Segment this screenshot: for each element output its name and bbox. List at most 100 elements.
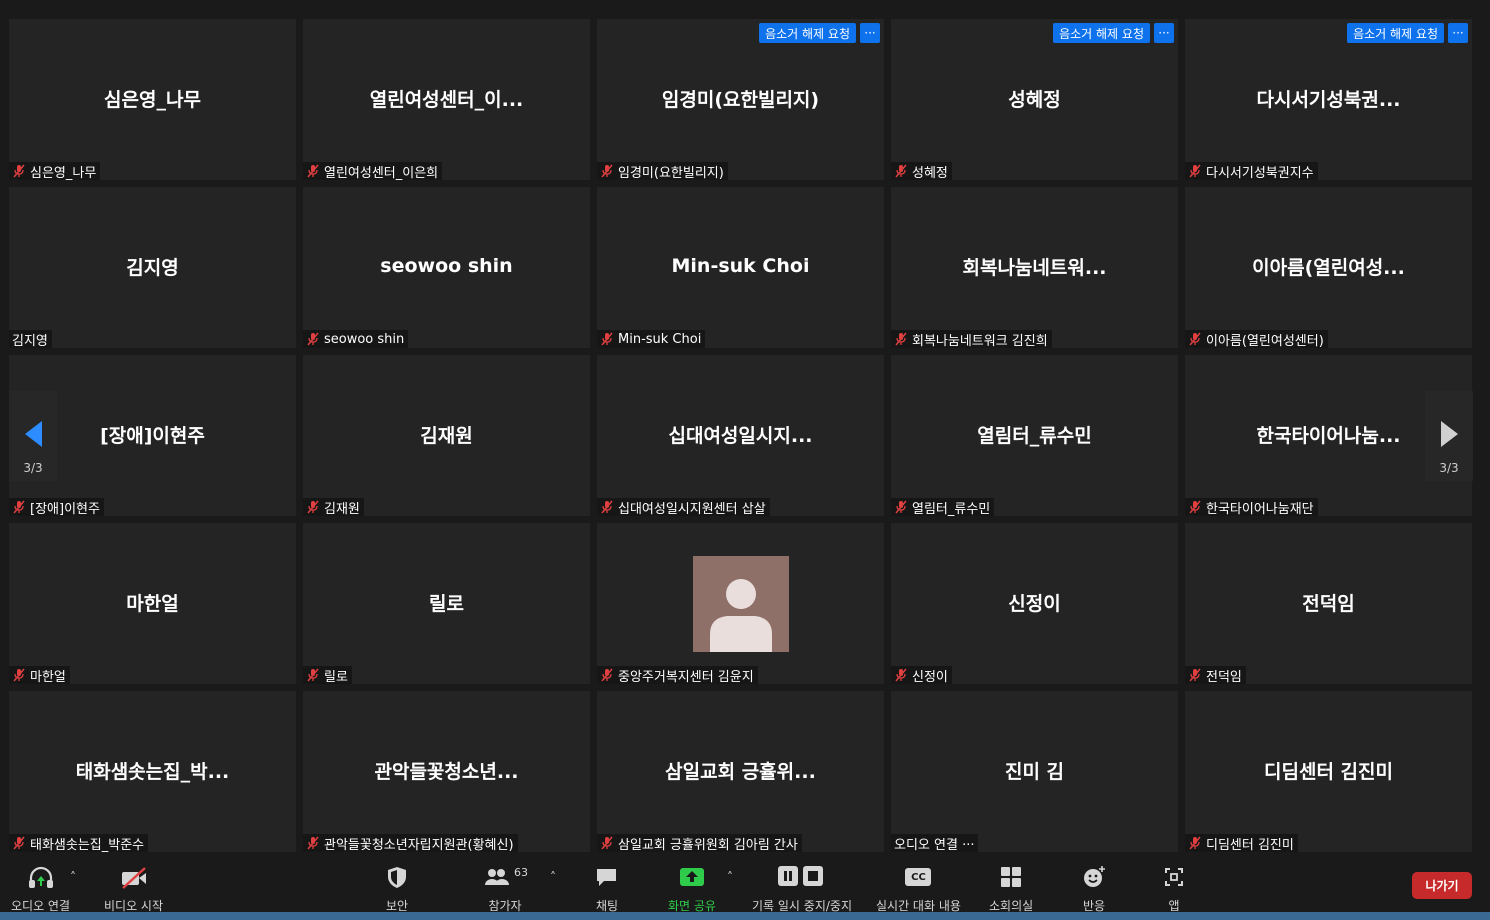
participant-name-label: 김재원: [303, 498, 364, 517]
participant-display-name: 회복나눔네트워...: [962, 256, 1107, 279]
share-screen-button[interactable]: 화면 공유: [668, 864, 716, 914]
participant-tile[interactable]: 릴로 릴로: [303, 523, 590, 685]
prev-page-button[interactable]: 3/3: [9, 391, 57, 481]
smiley-add-icon: [1081, 864, 1107, 890]
participants-button[interactable]: 63 참가자: [482, 864, 528, 914]
chat-button[interactable]: 채팅: [594, 864, 620, 914]
participant-display-name: Min-suk Choi: [671, 255, 810, 277]
ask-to-unmute-button[interactable]: 음소거 해제 요청: [1053, 23, 1150, 43]
participant-tile[interactable]: 김지영 김지영: [9, 187, 296, 349]
participant-tile[interactable]: 성혜정 성혜정 음소거 해제 요청 ···: [891, 19, 1178, 181]
chat-icon: [594, 864, 620, 890]
tile-actions: 음소거 해제 요청 ···: [1347, 23, 1468, 43]
audio-button[interactable]: 오디오 연결: [11, 864, 70, 914]
participant-tile[interactable]: 김재원 김재원: [303, 355, 590, 517]
headphones-icon: [26, 864, 56, 890]
participant-display-name: 이아름(열린여성...: [1252, 256, 1405, 279]
more-options-button[interactable]: ···: [1154, 23, 1174, 43]
participants-options-caret[interactable]: ˄: [550, 870, 556, 884]
participant-display-name: 마한얼: [126, 592, 179, 615]
tile-actions: 음소거 해제 요청 ···: [1053, 23, 1174, 43]
reactions-button[interactable]: 반응: [1081, 864, 1107, 914]
mic-muted-icon: [306, 164, 320, 178]
participant-tile[interactable]: 다시서기성북권... 다시서기성북권지수 음소거 해제 요청 ···: [1185, 19, 1472, 181]
page-indicator: 3/3: [23, 461, 43, 475]
participant-tile[interactable]: 임경미(요한빌리지) 임경미(요한빌리지) 음소거 해제 요청 ···: [597, 19, 884, 181]
participant-tile[interactable]: seowoo shin seowoo shin: [303, 187, 590, 348]
participant-label-text: 김지영: [12, 333, 48, 349]
participant-name-label: 다시서기성북권지수: [1185, 162, 1318, 181]
ask-to-unmute-button[interactable]: 음소거 해제 요청: [759, 23, 856, 43]
participant-name-label: Min-suk Choi: [597, 330, 706, 348]
mic-muted-icon: [894, 332, 908, 346]
audio-options-caret[interactable]: ˄: [70, 870, 76, 884]
mic-muted-icon: [1188, 500, 1202, 514]
participant-tile[interactable]: 마한얼 마한얼: [9, 523, 296, 685]
video-gallery: 심은영_나무 심은영_나무 열린여성센터_이... 열린여성센터_이은희 임경미(요한빌…: [0, 0, 1490, 858]
participant-tile[interactable]: 회복나눔네트워... 회복나눔네트워크 김진희: [891, 187, 1178, 349]
participant-label-text: 디딤센터 김진미: [1206, 837, 1294, 853]
arrow-right-icon: [1441, 421, 1458, 447]
shield-icon: [384, 864, 410, 890]
participant-name-label: 회복나눔네트워크 김진희: [891, 330, 1052, 349]
participant-label-text: 회복나눔네트워크 김진희: [912, 333, 1048, 349]
participant-name-label: 열린여성센터_이은희: [303, 162, 443, 181]
participant-tile[interactable]: 열림터_류수민 열림터_류수민: [891, 355, 1178, 517]
mic-muted-icon: [1188, 332, 1202, 346]
participant-name-label: 신정이: [891, 666, 952, 685]
participant-name-label: [장애]이현주: [9, 498, 104, 517]
participant-display-name: 임경미(요한빌리지): [661, 88, 820, 111]
share-options-caret[interactable]: ˄: [727, 870, 733, 884]
apps-button[interactable]: 앱: [1161, 864, 1187, 914]
participant-tile[interactable]: Min-suk Choi Min-suk Choi: [597, 187, 884, 348]
meeting-toolbar: 오디오 연결 ˄ 비디오 시작 보안 63 참가자 ˄ 채팅 화면 공유 ˄ 기…: [0, 858, 1490, 920]
participant-label-text: 태화샘솟는집_박준수: [30, 837, 145, 853]
mic-muted-icon: [306, 836, 320, 850]
participant-tile[interactable]: 중앙주거복지센터 김윤지: [597, 523, 884, 685]
captions-button[interactable]: CC 실시간 대화 내용: [876, 864, 961, 914]
participant-name-label: 중앙주거복지센터 김윤지: [597, 666, 758, 685]
participant-label-text: 릴로: [324, 669, 348, 685]
mic-muted-icon: [1188, 164, 1202, 178]
participant-display-name: 다시서기성북권...: [1256, 88, 1401, 111]
participant-tile[interactable]: 디딤센터 김진미 디딤센터 김진미: [1185, 691, 1472, 853]
taskbar-edge: [0, 912, 1490, 920]
security-button[interactable]: 보안: [384, 864, 410, 914]
participant-label-text: 성혜정: [912, 165, 948, 181]
mic-muted-icon: [600, 164, 614, 178]
participant-tile[interactable]: 삼일교회 긍휼위... 삼일교회 긍휼위원회 김아림 간사: [597, 691, 884, 853]
breakout-rooms-button[interactable]: 소회의실: [989, 864, 1033, 914]
more-options-button[interactable]: ···: [860, 23, 880, 43]
breakout-grid-icon: [998, 864, 1024, 890]
ask-to-unmute-button[interactable]: 음소거 해제 요청: [1347, 23, 1444, 43]
apps-icon: [1161, 864, 1187, 890]
participant-display-name: 신정이: [1008, 592, 1061, 615]
participant-tile[interactable]: 관악들꽃청소년... 관악들꽃청소년자립지원관(황혜신): [303, 691, 590, 853]
mic-muted-icon: [12, 500, 26, 514]
participant-tile[interactable]: 태화샘솟는집_박... 태화샘솟는집_박준수: [9, 691, 296, 853]
participant-display-name: 릴로: [429, 592, 464, 615]
leave-meeting-button[interactable]: 나가기: [1412, 872, 1472, 899]
video-button[interactable]: 비디오 시작: [104, 864, 163, 914]
participant-label-text: 열림터_류수민: [912, 501, 991, 517]
mic-muted-icon: [600, 332, 614, 346]
participant-label-text: 전덕임: [1206, 669, 1242, 685]
participant-label-text: 오디오 연결 ···: [894, 837, 975, 853]
participants-count: 63: [514, 865, 528, 879]
participant-tile[interactable]: 전덕임 전덕임: [1185, 523, 1472, 685]
next-page-button[interactable]: 3/3: [1425, 391, 1473, 481]
participant-name-label: 성혜정: [891, 162, 952, 181]
participant-name-label: 전덕임: [1185, 666, 1246, 685]
participant-tile[interactable]: 십대여성일시지... 십대여성일시지원센터 삽살: [597, 355, 884, 517]
video-off-icon: [119, 864, 149, 890]
participant-tile[interactable]: 심은영_나무 심은영_나무: [9, 19, 296, 181]
participant-tile[interactable]: 이아름(열린여성... 이아름(열린여성센터): [1185, 187, 1472, 349]
participant-tile[interactable]: 신정이 신정이: [891, 523, 1178, 685]
more-options-button[interactable]: ···: [1448, 23, 1468, 43]
record-control-button[interactable]: 기록 일시 중지/중지: [752, 864, 852, 914]
participant-name-label: 열림터_류수민: [891, 498, 995, 517]
participant-tile[interactable]: 진미 김 오디오 연결 ···: [891, 691, 1178, 853]
participant-label-text: 김재원: [324, 501, 360, 517]
participant-label-text: 열린여성센터_이은희: [324, 165, 439, 181]
participant-tile[interactable]: 열린여성센터_이... 열린여성센터_이은희: [303, 19, 590, 181]
